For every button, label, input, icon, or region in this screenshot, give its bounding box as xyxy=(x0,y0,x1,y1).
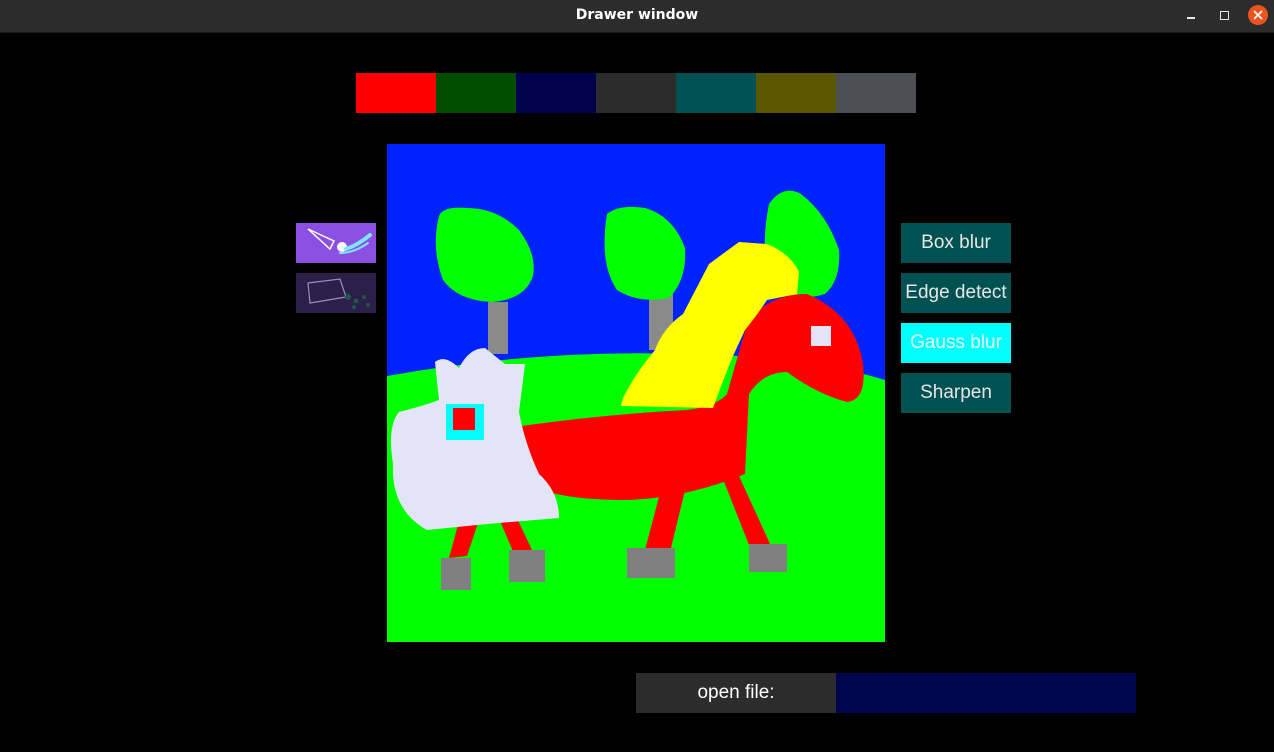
color-palette xyxy=(356,73,916,113)
horse-hoof xyxy=(749,544,787,572)
horse-hoof xyxy=(509,550,545,582)
open-file-label: open file: xyxy=(636,673,836,713)
horse-hoof xyxy=(627,548,675,578)
color-swatch-3[interactable] xyxy=(516,73,596,113)
color-swatch-1[interactable] xyxy=(356,73,436,113)
drawing-canvas[interactable] xyxy=(387,144,885,642)
filter-button-edge-detect[interactable]: Edge detect xyxy=(901,273,1011,313)
eraser-tool-button[interactable] xyxy=(296,273,376,313)
horse-hoof xyxy=(441,558,471,590)
minimize-icon xyxy=(1187,17,1195,19)
open-file-input[interactable] xyxy=(836,673,1136,713)
maximize-icon xyxy=(1219,10,1229,20)
title-bar: Drawer window xyxy=(0,0,1274,33)
brush-icon xyxy=(307,228,372,254)
tree-trunk xyxy=(488,302,508,354)
brush-tool-button[interactable] xyxy=(296,223,376,263)
horse-eye xyxy=(811,326,831,346)
color-swatch-6[interactable] xyxy=(756,73,836,113)
close-button[interactable] xyxy=(1248,5,1268,25)
close-icon xyxy=(1253,10,1263,20)
window-title: Drawer window xyxy=(575,7,699,23)
filter-button-gauss-blur[interactable]: Gauss blur xyxy=(901,323,1011,363)
color-swatch-7[interactable] xyxy=(836,73,916,113)
color-swatch-5[interactable] xyxy=(676,73,756,113)
color-swatch-4[interactable] xyxy=(596,73,676,113)
eraser-icon xyxy=(307,278,370,309)
minimize-button[interactable] xyxy=(1181,5,1201,25)
filter-button-sharpen[interactable]: Sharpen xyxy=(901,373,1011,413)
lion-eye xyxy=(453,408,475,430)
color-swatch-2[interactable] xyxy=(436,73,516,113)
filter-button-box-blur[interactable]: Box blur xyxy=(901,223,1011,263)
maximize-button[interactable] xyxy=(1214,5,1234,25)
